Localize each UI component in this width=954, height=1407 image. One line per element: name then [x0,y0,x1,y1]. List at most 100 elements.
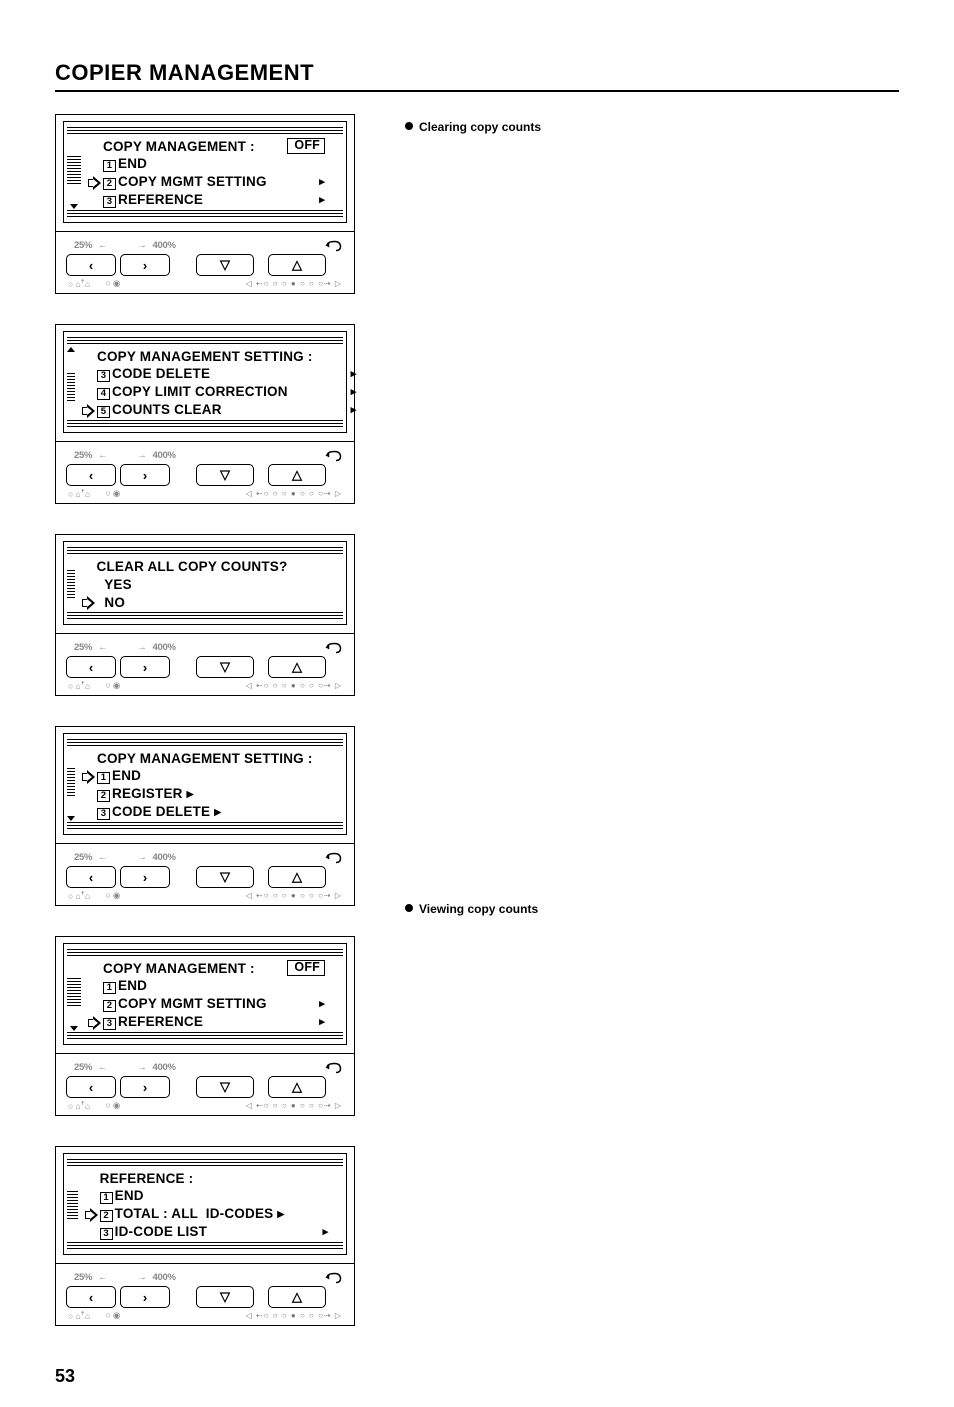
left-button[interactable]: ‹ [66,1286,116,1308]
up-button[interactable]: △ [268,1286,326,1308]
menu-item-label: 3ID-CODE LIST [100,1224,285,1240]
menu-item[interactable]: 2REGISTER▸ [77,785,359,803]
submenu-arrow-icon: ▸ [319,177,325,188]
foot-indicator-left: ○ ⌂ꜛ⌂ [68,489,90,499]
instructions-column: Clearing copy counts Viewing copy counts [405,114,899,1356]
menu-item-label: 2TOTAL : ALL ID-CODES▸ [100,1206,285,1222]
menu-item[interactable]: 4COPY LIMIT CORRECTION▸ [77,383,359,401]
foot-dots: ◁ ⇠○ ○ ○ ● ○ ○ ○⇢ ▷ [246,681,342,690]
right-button[interactable]: › [120,1076,170,1098]
menu-item[interactable]: YES [77,575,334,593]
right-button[interactable]: › [120,464,170,486]
foot-dots: ◁ ⇠○ ○ ○ ● ○ ○ ○⇢ ▷ [246,279,342,288]
item-number-icon: 1 [100,1192,113,1204]
foot-indicator-left: ○ ⌂ꜛ⌂ [68,681,90,691]
menu-item[interactable]: 2COPY MGMT SETTING▸ [83,173,327,191]
left-button[interactable]: ‹ [66,254,116,276]
up-button[interactable]: △ [268,464,326,486]
control-strip: 25%←→400% ‹ › ▽ △ ○ ⌂ꜛ⌂ ○ ◉ ◁ ⇠○ ○ ○ ● ○… [56,441,354,503]
menu-item-label: 2COPY MGMT SETTING [103,996,281,1012]
left-button[interactable]: ‹ [66,464,116,486]
menu-item[interactable]: 5COUNTS CLEAR▸ [77,401,359,419]
down-button[interactable]: ▽ [196,1076,254,1098]
up-button[interactable]: △ [268,254,326,276]
undo-icon [324,1061,342,1073]
menu-item[interactable]: 1END [83,155,327,173]
menu-item[interactable]: 3REFERENCE▸ [83,1013,327,1031]
down-button[interactable]: ▽ [196,866,254,888]
menu-item[interactable]: 1END [83,977,327,995]
bullet-icon [405,904,413,912]
control-strip: 25%←→400% ‹ › ▽ △ ○ ⌂ꜛ⌂ ○ ◉ ◁ ⇠○ ○ ○ ● ○… [56,1053,354,1115]
menu-item[interactable]: 3REFERENCE▸ [83,191,327,209]
lcd-panel-5: REFERENCE : 1END 2TOTAL : ALL ID-CODES▸ … [55,1146,355,1326]
down-button[interactable]: ▽ [196,464,254,486]
down-button[interactable]: ▽ [196,656,254,678]
left-button[interactable]: ‹ [66,866,116,888]
lcd-panel-2: CLEAR ALL COPY COUNTS? YES NO [55,534,355,696]
menu-item[interactable]: NO [77,593,334,611]
left-button[interactable]: ‹ [66,656,116,678]
menu-item-label: 2REGISTER▸ [97,786,313,802]
right-button[interactable]: › [120,656,170,678]
menu-item-label: 5COUNTS CLEAR [97,402,313,418]
menu-item-label: NO [97,595,288,610]
foot-indicator-left: ○ ⌂ꜛ⌂ [68,1101,90,1111]
menu-item[interactable]: 2COPY MGMT SETTING▸ [83,995,327,1013]
zoom-readout: 25%←→400% [74,450,176,461]
lcd-title-row: COPY MANAGEMENT SETTING : [77,347,359,365]
foot-indicator-mid: ○ ◉ [105,890,120,901]
menu-item[interactable]: 3CODE DELETE▸ [77,803,359,821]
note-viewing: Viewing copy counts [405,902,899,916]
right-button[interactable]: › [120,866,170,888]
menu-item[interactable]: 2TOTAL : ALL ID-CODES▸ [80,1205,331,1223]
menu-item[interactable]: 1END [77,767,359,785]
lcd-screen: REFERENCE : 1END 2TOTAL : ALL ID-CODES▸ … [63,1153,347,1255]
control-strip: 25%←→400% ‹ › ▽ △ ○ ⌂ꜛ⌂ ○ ◉ ◁ ⇠○ ○ ○ ● ○… [56,633,354,695]
menu-item-label: YES [97,577,288,592]
up-button[interactable]: △ [268,866,326,888]
foot-indicator-mid: ○ ◉ [105,488,120,499]
left-button[interactable]: ‹ [66,1076,116,1098]
foot-indicator-mid: ○ ◉ [105,1310,120,1321]
control-strip: 25%←→400% ‹ › ▽ △ ○ ⌂ꜛ⌂ ○ ◉ ◁ ⇠○ ○ ○ ● ○… [56,1263,354,1325]
bullet-icon [405,122,413,130]
menu-item-label: 3CODE DELETE [97,366,313,382]
down-button[interactable]: ▽ [196,254,254,276]
lcd-panel-0: COPY MANAGEMENT : OFF 1END 2COPY MGMT SE… [55,114,355,294]
right-button[interactable]: › [120,254,170,276]
menu-item[interactable]: 1END [80,1187,331,1205]
control-strip: 25%←→400% ‹ › ▽ △ ○ ⌂ꜛ⌂ ○ ◉ ◁ ⇠○ ○ ○ ● ○… [56,231,354,293]
up-button[interactable]: △ [268,656,326,678]
up-button[interactable]: △ [268,1076,326,1098]
lcd-title-row: COPY MANAGEMENT SETTING : [77,749,359,767]
menu-item-label: 1END [100,1188,285,1204]
lcd-screen: COPY MANAGEMENT : OFF 1END 2COPY MGMT SE… [63,121,347,223]
menu-item[interactable]: 3ID-CODE LIST▸ [80,1223,331,1241]
page-title: COPIER MANAGEMENT [55,60,899,86]
pointer-icon [80,596,94,608]
down-button[interactable]: ▽ [196,1286,254,1308]
undo-icon [324,449,342,461]
foot-dots: ◁ ⇠○ ○ ○ ● ○ ○ ○⇢ ▷ [246,891,342,900]
item-number-icon: 4 [97,388,110,400]
submenu-arrow-icon: ▸ [319,1017,325,1028]
zoom-readout: 25%←→400% [74,1062,176,1073]
foot-dots: ◁ ⇠○ ○ ○ ● ○ ○ ○⇢ ▷ [246,489,342,498]
status-box: OFF [287,138,325,154]
undo-icon [324,239,342,251]
pointer-icon [80,770,94,782]
foot-indicator-left: ○ ⌂ꜛ⌂ [68,279,90,289]
pointer-icon [86,176,100,188]
lcd-title: COPY MANAGEMENT : [103,139,281,154]
menu-item[interactable]: 3CODE DELETE▸ [77,365,359,383]
lcd-screen: COPY MANAGEMENT SETTING : 1END 2REGISTER… [63,733,347,835]
foot-indicator-mid: ○ ◉ [105,680,120,691]
foot-dots: ◁ ⇠○ ○ ○ ● ○ ○ ○⇢ ▷ [246,1101,342,1110]
item-number-icon: 2 [103,178,116,190]
menu-item-label: 1END [103,156,281,172]
item-number-icon: 2 [103,1000,116,1012]
foot-indicator-mid: ○ ◉ [105,1100,120,1111]
right-button[interactable]: › [120,1286,170,1308]
zoom-readout: 25%←→400% [74,1272,176,1283]
